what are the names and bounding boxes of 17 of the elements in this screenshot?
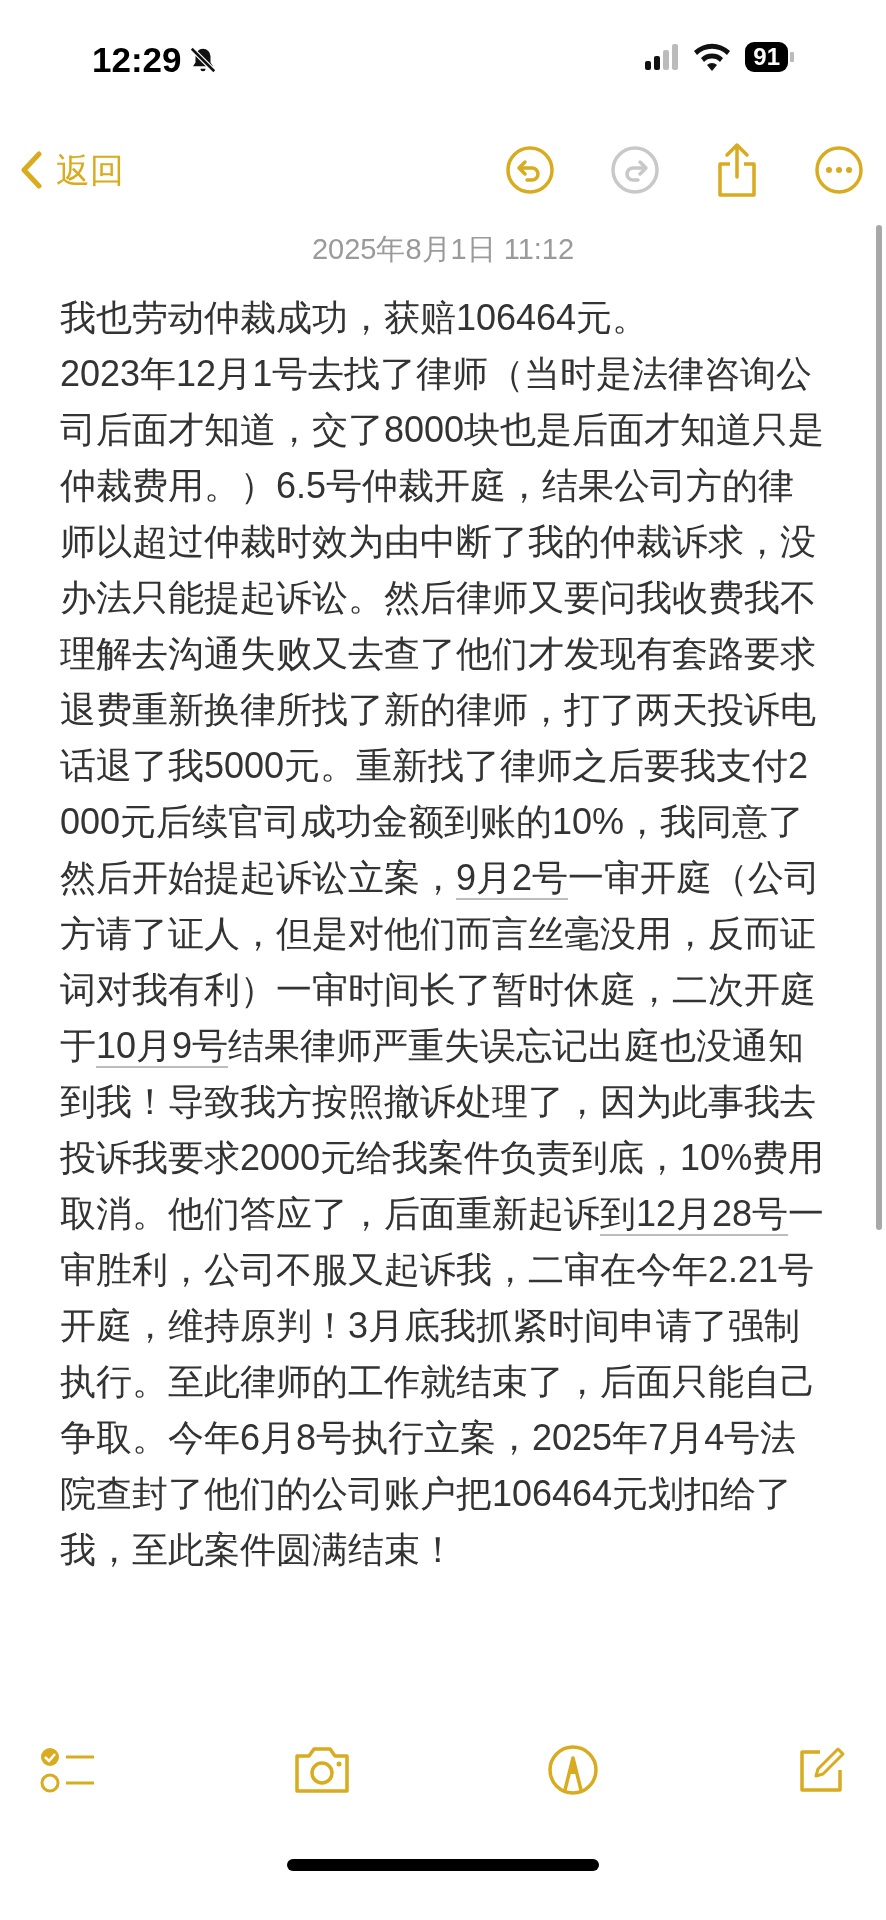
note-paragraph: 2023年12月1号去找了律师（当时是法律咨询公司后面才知道，交了8000块也是后面才知道只是仲裁费用。）6.5号仲裁开庭，结果公司方的律师以超过仲裁时效为由中断了我的仲裁诉求，没办法只能提起诉讼。然后律师又要问我收费我不理解去沟通失败又去查了他们才发现有套路要求退费重新换律所找了新的律师，打了两天投诉电话退了我5000元。重新找了律师之后要我支付2000元后续官司成功金额到账的10%，我同意了然后开始提起诉讼立案，9月2号一审开庭（公司方请了证人，但是对他们而言丝毫没用，反而证词对我有利）一审时间长了暂时休庭，二次开庭于10月9号结果律师严重失误忘记出庭也没通知到我！导致我方按照撤诉处理了，因为此事我去投诉我要求2000元给我案件负责到底，10%费用取消。他们答应了，后面重新起诉到12月28号一审胜利，公司不服又起诉我，二审在今年2.21号开庭，维持原判！3月底我抓紧时间申请了强制执行。至此律师的工作就结束了，后面只能自己争取。今年6月8号执行立案，2025年7月4号法院查封了他们的公司账户把106464元划扣给了我，至此案件圆满结束！ <box>60 352 826 1572</box>
markup-button[interactable] <box>547 1744 600 1796</box>
chevron-left-icon <box>20 151 42 189</box>
status-time: 12:29 <box>92 42 182 77</box>
undo-button[interactable] <box>505 145 555 195</box>
date-link[interactable]: 9月2号 <box>456 857 569 898</box>
battery-cap-icon <box>790 52 794 62</box>
date-link[interactable]: 到12月28号 <box>600 1193 789 1234</box>
note-date: 2025年8月1日 11:12 <box>311 232 575 268</box>
checklist-button[interactable] <box>40 1745 96 1795</box>
date-link[interactable]: 10月9号 <box>96 1025 229 1066</box>
battery-level: 91 <box>745 42 788 72</box>
signal-icon <box>645 44 680 70</box>
share-button[interactable] <box>715 142 759 198</box>
wifi-icon <box>693 43 732 71</box>
more-button[interactable] <box>814 145 864 195</box>
note-paragraph: 我也劳动仲裁成功，获赔106464元。 <box>60 296 650 340</box>
